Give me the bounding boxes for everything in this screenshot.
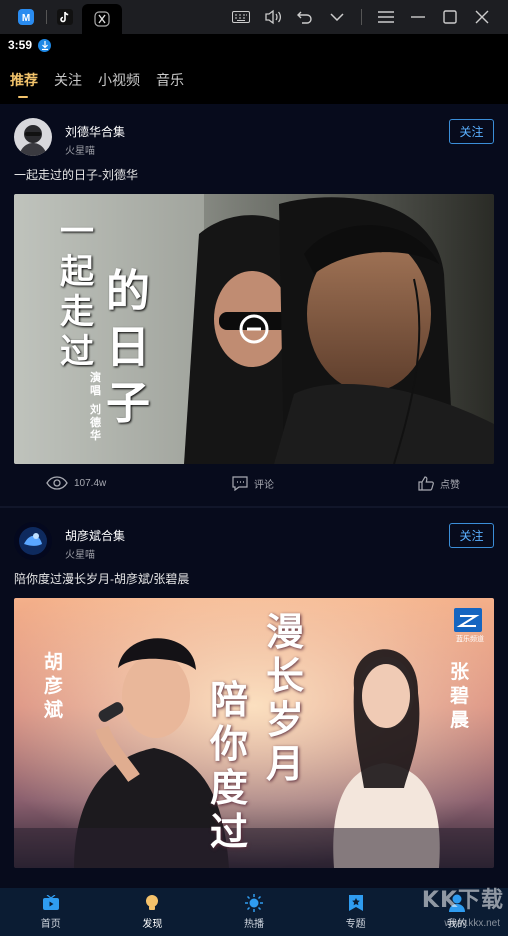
cover-title-a: 一起走过	[60, 212, 94, 372]
video-title[interactable]: 陪你度过漫长岁月-胡彦斌/张碧晨	[0, 568, 508, 598]
maximize-icon[interactable]	[434, 0, 466, 34]
author-name[interactable]: 胡彦斌合集	[65, 527, 125, 544]
emulator-titlebar: M	[0, 0, 508, 34]
thumbs-up-icon	[418, 476, 434, 491]
cover-right-name: 张碧晨	[450, 661, 470, 731]
author-source: 火星喵	[65, 146, 95, 157]
cover-title-a: 陪你度过	[210, 677, 249, 854]
video-title[interactable]: 一起走过的日子-刘德华	[0, 164, 508, 194]
nav-trending[interactable]: 热播	[219, 888, 289, 936]
cover-title-b: 漫长岁月	[266, 609, 305, 786]
comment-label: 评论	[254, 480, 274, 491]
tab-recommend[interactable]: 推荐	[10, 70, 38, 98]
cover-badge: 蓝乐频道	[456, 636, 484, 643]
status-time: 3:59	[8, 38, 33, 52]
menu-icon[interactable]	[370, 0, 402, 34]
cover-title-b: 的日子	[106, 266, 150, 429]
nav-home[interactable]: 首页	[16, 888, 86, 936]
category-tabs: 推荐 关注 小视频 音乐	[0, 56, 508, 104]
follow-button[interactable]: 关注	[449, 119, 494, 144]
minimize-icon[interactable]	[402, 0, 434, 34]
sun-icon	[244, 894, 263, 912]
eye-icon	[46, 476, 68, 490]
status-bar: 3:59	[0, 34, 508, 56]
views-value: 107.4w	[74, 477, 107, 489]
undo-icon[interactable]	[289, 0, 321, 34]
chevron-down-icon[interactable]	[321, 0, 353, 34]
video-cover[interactable]: 一起走过 的日子 演唱 刘德华	[14, 194, 494, 464]
nav-label: 热播	[243, 919, 264, 930]
follow-button[interactable]: 关注	[449, 523, 494, 548]
nav-label: 发现	[142, 919, 163, 930]
watermark: KK下载	[421, 888, 504, 913]
cover-singer: 刘德华	[90, 404, 101, 442]
nav-discover[interactable]: 发现	[117, 888, 187, 936]
nav-topics[interactable]: 专题	[321, 888, 391, 936]
notification-icon	[38, 38, 52, 52]
volume-icon[interactable]	[257, 0, 289, 34]
comment-icon	[232, 476, 248, 491]
active-app-tab[interactable]	[82, 4, 122, 34]
keyboard-icon[interactable]	[225, 0, 257, 34]
like-label: 点赞	[440, 480, 460, 491]
tv-station-logo	[454, 608, 482, 632]
avatar[interactable]	[14, 522, 52, 560]
svg-text:M: M	[22, 13, 30, 24]
nav-label: 专题	[345, 919, 366, 930]
author-name[interactable]: 刘德华合集	[65, 123, 125, 140]
cover-left-name: 胡彦斌	[44, 651, 64, 721]
close-icon[interactable]	[466, 0, 498, 34]
emulator-app-icon[interactable]: M	[12, 3, 40, 31]
bookmark-star-icon	[347, 894, 365, 912]
cover-singer-label: 演唱	[90, 372, 101, 397]
watermark-url: www.kkx.net	[444, 918, 500, 929]
like-button[interactable]: 点赞	[418, 476, 460, 491]
tab-short-video[interactable]: 小视频	[98, 70, 140, 90]
tv-icon	[42, 894, 60, 912]
video-actions: 107.4w 评论 点赞	[0, 464, 508, 506]
video-card: 胡彦斌合集 火星喵 关注 陪你度过漫长岁月-胡彦斌/张碧晨 胡彦斌 张碧晨 陪你…	[0, 508, 508, 868]
video-card: 刘德华合集 火星喵 关注 一起走过的日子-刘德华 一起走过 的日子 演唱 刘德华…	[0, 104, 508, 508]
tab-follow[interactable]: 关注	[54, 70, 82, 90]
tiktok-tab-icon[interactable]	[53, 0, 77, 34]
author-source: 火星喵	[65, 550, 95, 561]
avatar[interactable]	[14, 118, 52, 156]
nav-label: 首页	[40, 919, 61, 930]
video-cover[interactable]: 胡彦斌 张碧晨 陪你度过 漫长岁月 蓝乐频道	[14, 598, 494, 868]
tab-music[interactable]: 音乐	[156, 70, 184, 90]
lightbulb-icon	[143, 894, 161, 912]
video-feed[interactable]: 刘德华合集 火星喵 关注 一起走过的日子-刘德华 一起走过 的日子 演唱 刘德华…	[0, 104, 508, 888]
views-count: 107.4w	[46, 476, 106, 490]
comment-button[interactable]: 评论	[232, 476, 274, 491]
